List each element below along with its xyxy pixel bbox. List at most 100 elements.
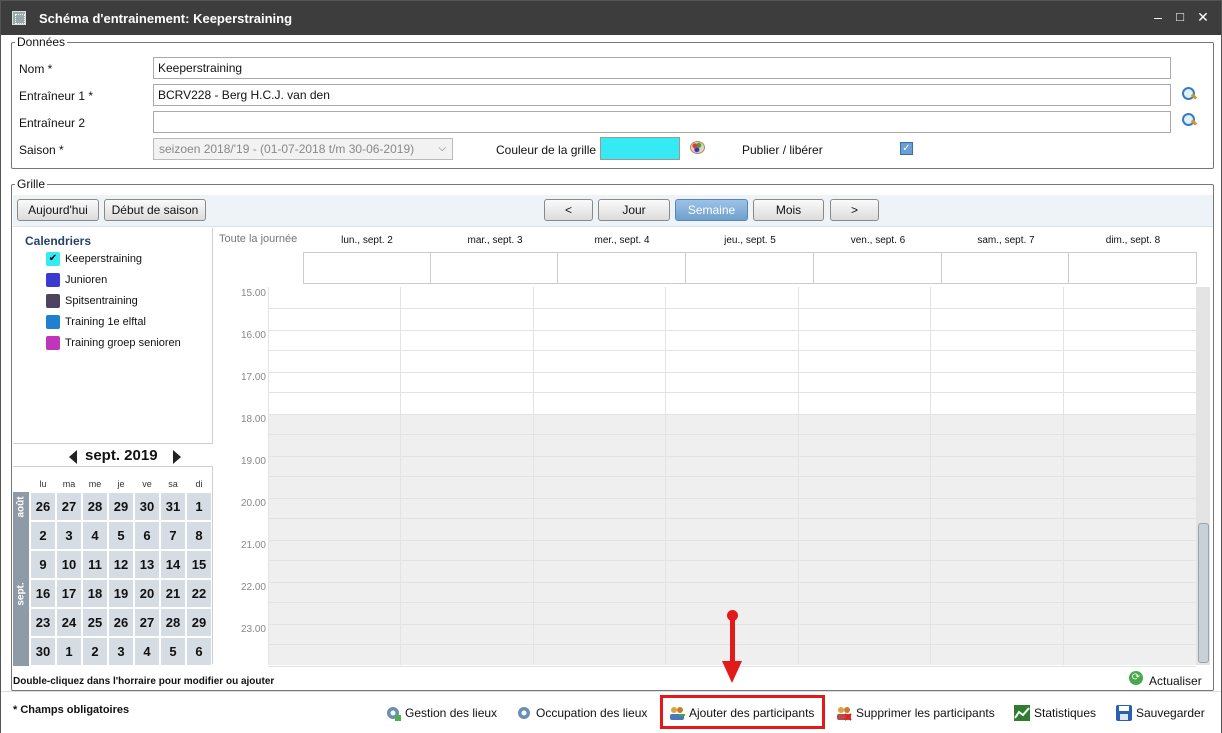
hour-label: 15.00	[240, 288, 266, 299]
grid-row-line	[268, 602, 1196, 603]
calendar-day[interactable]: 26	[108, 608, 134, 637]
season-select[interactable]: seizoen 2018/'19 - (01-07-2018 t/m 30-06…	[153, 138, 453, 160]
calendars-title: Calendriers	[25, 234, 92, 248]
day-column-header[interactable]: ven., sept. 6	[814, 235, 942, 246]
all-day-cell[interactable]	[1069, 252, 1197, 284]
calendar-day[interactable]: 5	[108, 521, 134, 550]
grid-row-line	[268, 540, 1196, 541]
calendar-day[interactable]: 2	[82, 637, 108, 666]
calendar-day[interactable]: 10	[56, 550, 82, 579]
calendar-day[interactable]: 7	[160, 521, 186, 550]
refresh-button[interactable]: Actualiser	[1149, 674, 1202, 688]
grid-color-swatch[interactable]	[600, 137, 680, 160]
calendar-day[interactable]: 17	[56, 579, 82, 608]
search-coach2-icon[interactable]	[1181, 112, 1197, 128]
calendar-day[interactable]: 24	[56, 608, 82, 637]
next-month-icon[interactable]	[173, 450, 181, 464]
calendar-day[interactable]: 31	[160, 492, 186, 521]
color-box-icon	[46, 336, 60, 350]
calendar-day[interactable]: 5	[160, 637, 186, 666]
today-button[interactable]: Aujourd'hui	[17, 199, 99, 221]
calendar-day[interactable]: 1	[56, 637, 82, 666]
day-column-header[interactable]: sam., sept. 7	[942, 235, 1070, 246]
weekday-header: je	[117, 479, 125, 489]
calendar-day[interactable]: 1	[186, 492, 212, 521]
color-palette-icon[interactable]	[690, 141, 705, 154]
calendar-day[interactable]: 15	[186, 550, 212, 579]
calendar-day[interactable]: 29	[108, 492, 134, 521]
calendar-day[interactable]: 4	[82, 521, 108, 550]
calendar-day[interactable]: 6	[134, 521, 160, 550]
day-column-header[interactable]: dim., sept. 8	[1069, 235, 1197, 246]
calendar-day[interactable]: 25	[82, 608, 108, 637]
locations-gear-icon	[385, 705, 401, 721]
coach2-label: Entraîneur 2	[19, 116, 86, 130]
calendar-day[interactable]: 27	[56, 492, 82, 521]
all-day-cell[interactable]	[303, 252, 431, 284]
name-field[interactable]: Keeperstraining	[153, 57, 1171, 79]
all-day-cell[interactable]	[431, 252, 558, 284]
calendar-day[interactable]: 6	[186, 637, 212, 666]
calendar-day[interactable]: 19	[108, 579, 134, 608]
calendar-day[interactable]: 20	[134, 579, 160, 608]
calendar-day[interactable]: 22	[186, 579, 212, 608]
calendar-day[interactable]: 4	[134, 637, 160, 666]
search-coach1-icon[interactable]	[1181, 86, 1197, 102]
coach1-field[interactable]: BCRV228 - Berg H.C.J. van den	[153, 84, 1171, 106]
calendar-day[interactable]: 16	[30, 579, 56, 608]
prev-month-icon[interactable]	[69, 450, 77, 464]
vertical-scrollbar[interactable]	[1197, 287, 1210, 665]
calendar-day[interactable]: 8	[186, 521, 212, 550]
floppy-disk-icon	[1116, 705, 1132, 721]
calendar-day[interactable]: 9	[30, 550, 56, 579]
calendar-day[interactable]: 23	[30, 608, 56, 637]
season-start-button[interactable]: Début de saison	[104, 199, 206, 221]
day-column-header[interactable]: mar., sept. 3	[431, 235, 559, 246]
all-day-label: Toute la journée	[219, 233, 298, 245]
grid-row-line	[268, 518, 1196, 519]
grid-row-line	[268, 308, 1196, 309]
all-day-cell[interactable]	[942, 252, 1069, 284]
day-view-button[interactable]: Jour	[598, 199, 670, 221]
calendar-day[interactable]: 12	[108, 550, 134, 579]
month-view-button[interactable]: Mois	[753, 199, 824, 221]
all-day-cell[interactable]	[814, 252, 942, 284]
highlight-box	[660, 695, 825, 729]
calendar-day[interactable]: 26	[30, 492, 56, 521]
next-period-button[interactable]: >	[830, 199, 879, 221]
calendar-day[interactable]: 28	[82, 492, 108, 521]
remove-users-icon	[836, 705, 852, 721]
calendar-day[interactable]: 2	[30, 521, 56, 550]
calendar-day[interactable]: 28	[160, 608, 186, 637]
hour-label: 21.00	[240, 540, 266, 551]
prev-period-button[interactable]: <	[544, 199, 593, 221]
close-icon[interactable]: ✕	[1196, 10, 1210, 24]
calendar-day[interactable]: 14	[160, 550, 186, 579]
calendar-day[interactable]: 3	[56, 521, 82, 550]
hour-label: 19.00	[240, 456, 266, 467]
week-view-button[interactable]: Semaine	[675, 199, 748, 221]
refresh-icon[interactable]: ⟳	[1129, 671, 1143, 685]
coach2-field[interactable]	[153, 111, 1171, 133]
publish-checkbox[interactable]: ✓	[900, 142, 913, 155]
calendar-day[interactable]: 18	[82, 579, 108, 608]
calendar-day[interactable]: 11	[82, 550, 108, 579]
scrollbar-thumb[interactable]	[1198, 523, 1209, 663]
day-column-header[interactable]: lun., sept. 2	[303, 235, 431, 246]
all-day-cell[interactable]	[558, 252, 686, 284]
app-icon	[12, 11, 26, 25]
minimize-icon[interactable]: –	[1151, 10, 1165, 24]
day-column-header[interactable]: mer., sept. 4	[558, 235, 686, 246]
day-column-header[interactable]: jeu., sept. 5	[686, 235, 814, 246]
calendar-day[interactable]: 13	[134, 550, 160, 579]
calendar-day[interactable]: 30	[30, 637, 56, 666]
calendar-day[interactable]: 29	[186, 608, 212, 637]
hour-label: 17.00	[240, 372, 266, 383]
month-side-label-text: sept.	[15, 581, 27, 606]
calendar-day[interactable]: 27	[134, 608, 160, 637]
maximize-icon[interactable]: □	[1173, 10, 1187, 24]
calendar-day[interactable]: 30	[134, 492, 160, 521]
all-day-cell[interactable]	[686, 252, 814, 284]
calendar-day[interactable]: 3	[108, 637, 134, 666]
calendar-day[interactable]: 21	[160, 579, 186, 608]
